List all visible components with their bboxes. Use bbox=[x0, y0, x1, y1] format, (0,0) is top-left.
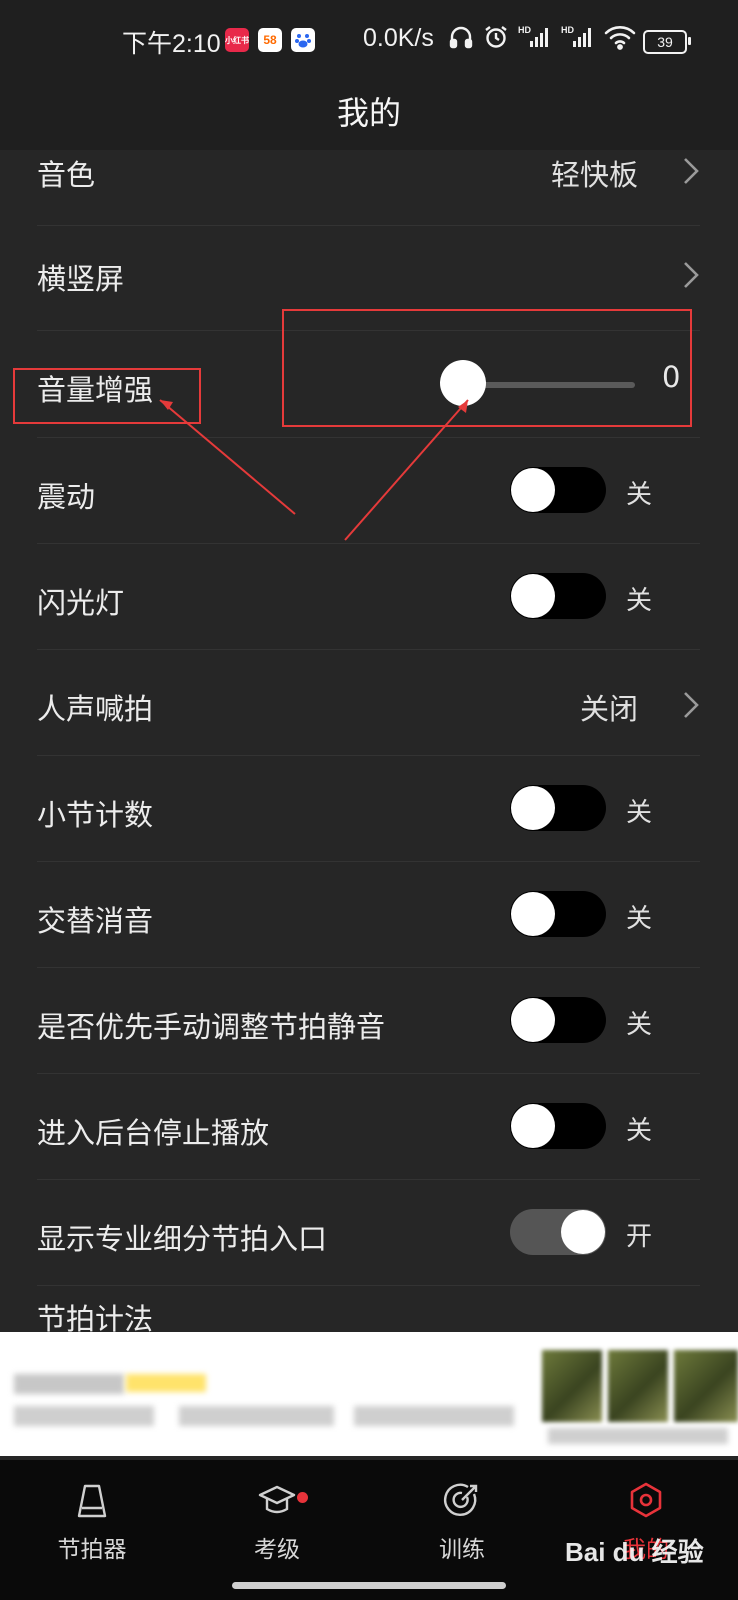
net-speed: 0.0K/s bbox=[363, 24, 434, 52]
baidu-watermark: Bai du 经验 bbox=[565, 1537, 704, 1567]
setting-label: 闪光灯 bbox=[37, 586, 125, 620]
bar-count-toggle[interactable] bbox=[510, 785, 606, 831]
setting-row-beat-notation[interactable]: 节拍计法 bbox=[0, 1286, 738, 1332]
target-icon bbox=[443, 1483, 478, 1516]
setting-value: 轻快板 bbox=[550, 158, 638, 192]
nav-label: 节拍器 bbox=[57, 1537, 127, 1563]
nav-item-metronome[interactable]: 节拍器 bbox=[22, 1480, 162, 1564]
ad-image bbox=[542, 1350, 602, 1422]
page-title: 我的 bbox=[336, 94, 401, 132]
status-bar: 下午2:10 小红书 58 0.0K/s HD HD 39 bbox=[0, 0, 738, 80]
notification-dot bbox=[297, 1492, 308, 1503]
stop-in-background-toggle[interactable] bbox=[510, 1103, 606, 1149]
baidu-app-icon bbox=[291, 28, 315, 52]
setting-row-manual-mute-priority: 是否优先手动调整节拍静音 关 bbox=[0, 968, 738, 1073]
setting-row-vibration: 震动 关 bbox=[0, 438, 738, 543]
setting-label: 节拍计法 bbox=[37, 1302, 154, 1332]
setting-label: 显示专业细分节拍入口 bbox=[37, 1222, 328, 1256]
settings-icon bbox=[630, 1482, 662, 1518]
58-app-icon: 58 bbox=[258, 28, 282, 52]
battery-indicator: 39 bbox=[643, 30, 691, 54]
chevron-right-icon bbox=[684, 262, 699, 288]
setting-value: 关闭 bbox=[579, 692, 638, 726]
svg-text:HD: HD bbox=[561, 25, 574, 35]
toggle-state-label: 关 bbox=[626, 1116, 653, 1146]
ad-banner[interactable] bbox=[0, 1332, 738, 1456]
wifi-icon bbox=[604, 24, 636, 54]
ad-image bbox=[674, 1350, 738, 1422]
chevron-right-icon bbox=[684, 158, 699, 184]
setting-label: 音色 bbox=[37, 158, 96, 192]
setting-label: 是否优先手动调整节拍静音 bbox=[37, 1010, 386, 1044]
annotation-box-slider bbox=[282, 309, 692, 427]
nav-item-training[interactable]: 训练 bbox=[392, 1480, 532, 1564]
toggle-state-label: 关 bbox=[626, 1010, 653, 1040]
chevron-right-icon bbox=[684, 692, 699, 718]
bottom-nav: 节拍器 考级 训练 我的 bbox=[0, 1460, 738, 1600]
hd-signal-icon: HD bbox=[561, 24, 595, 54]
metronome-icon bbox=[77, 1484, 107, 1518]
home-indicator[interactable] bbox=[232, 1582, 506, 1589]
status-time: 下午2:10 bbox=[122, 30, 221, 58]
annotation-box-label bbox=[13, 368, 201, 424]
toggle-state-label: 关 bbox=[626, 798, 653, 828]
setting-label: 进入后台停止播放 bbox=[37, 1116, 270, 1150]
alarm-icon bbox=[483, 24, 509, 54]
nav-label: 训练 bbox=[439, 1537, 485, 1563]
flashlight-toggle[interactable] bbox=[510, 573, 606, 619]
alternate-mute-toggle[interactable] bbox=[510, 891, 606, 937]
setting-row-stop-in-background: 进入后台停止播放 关 bbox=[0, 1074, 738, 1179]
nav-label: 考级 bbox=[254, 1537, 300, 1563]
page-header: 我的 bbox=[0, 80, 738, 150]
manual-mute-priority-toggle[interactable] bbox=[510, 997, 606, 1043]
graduation-cap-icon bbox=[258, 1485, 296, 1514]
svg-text:HD: HD bbox=[518, 25, 531, 35]
setting-row-show-pro-subdivision: 显示专业细分节拍入口 开 bbox=[0, 1180, 738, 1285]
setting-row-voice-count[interactable]: 人声喊拍 关闭 bbox=[0, 650, 738, 755]
vibration-toggle[interactable] bbox=[510, 467, 606, 513]
headphones-icon bbox=[448, 24, 474, 54]
toggle-state-label: 关 bbox=[626, 904, 653, 934]
toggle-state-label: 关 bbox=[626, 480, 653, 510]
setting-label: 横竖屏 bbox=[37, 262, 125, 296]
toggle-state-label: 开 bbox=[626, 1222, 653, 1252]
setting-row-bar-count: 小节计数 关 bbox=[0, 756, 738, 861]
setting-label: 震动 bbox=[37, 480, 96, 514]
setting-row-alternate-mute: 交替消音 关 bbox=[0, 862, 738, 967]
xiaohongshu-app-icon: 小红书 bbox=[225, 28, 249, 52]
setting-label: 小节计数 bbox=[37, 798, 154, 832]
setting-label: 人声喊拍 bbox=[37, 692, 154, 726]
setting-row-flashlight: 闪光灯 关 bbox=[0, 544, 738, 649]
setting-label: 交替消音 bbox=[37, 904, 154, 938]
ad-image bbox=[608, 1350, 668, 1422]
nav-item-grading[interactable]: 考级 bbox=[207, 1480, 347, 1564]
hd-signal-icon: HD bbox=[518, 24, 552, 54]
show-pro-subdivision-toggle[interactable] bbox=[510, 1209, 606, 1255]
toggle-state-label: 关 bbox=[626, 586, 653, 616]
setting-row-timbre[interactable]: 音色 轻快板 bbox=[0, 150, 738, 225]
